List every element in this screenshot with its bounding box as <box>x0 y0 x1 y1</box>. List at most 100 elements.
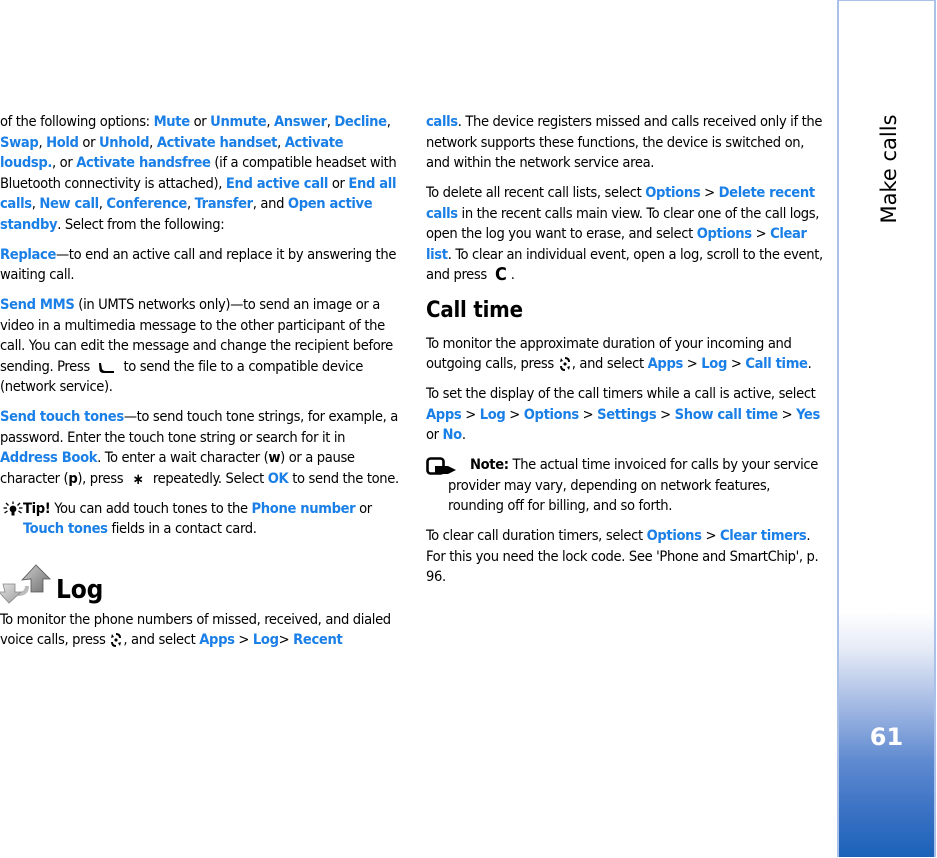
call-time-paragraph: To monitor the approximate duration of y… <box>426 334 824 375</box>
text: > <box>656 405 675 423</box>
chapter-tab: Make calls 61 <box>837 0 936 857</box>
link-apps[interactable]: Apps <box>426 406 462 423</box>
link-send-mms[interactable]: Send MMS <box>0 296 75 313</box>
text: . To enter a wait character ( <box>97 449 269 466</box>
log-arrows-icon <box>0 562 52 604</box>
call-timers-display-paragraph: To set the display of the call timers wh… <box>426 384 824 446</box>
text: , <box>386 113 391 130</box>
text: , <box>149 133 157 151</box>
text: > <box>234 631 253 648</box>
delete-calls-paragraph: To delete all recent call lists, select … <box>426 183 824 286</box>
text: > <box>505 405 524 423</box>
text: . <box>510 266 515 283</box>
menu-key-icon <box>558 356 572 372</box>
log-heading: Log <box>56 574 104 605</box>
chapter-title: Make calls <box>876 114 901 224</box>
menu-key-icon <box>109 632 123 648</box>
text: To set the display of the call timers wh… <box>426 385 816 402</box>
link-settings[interactable]: Settings <box>597 406 657 423</box>
options-paragraph: of the following options: Mute or Unmute… <box>0 112 402 235</box>
text: . To clear an individual event, open a l… <box>426 245 823 284</box>
link-calls[interactable]: calls <box>426 113 458 130</box>
link-options[interactable]: Options <box>647 527 702 544</box>
clear-key-icon: C <box>494 264 507 285</box>
text: , or <box>52 154 77 171</box>
link-no[interactable]: No <box>443 426 463 443</box>
right-column: calls. The device registers missed and c… <box>426 112 824 597</box>
note-hand-icon <box>426 457 466 482</box>
text: , <box>266 113 274 130</box>
link-options[interactable]: Options <box>697 225 752 242</box>
text: , and select <box>571 355 648 372</box>
link-options[interactable]: Options <box>645 184 700 201</box>
link-unhold[interactable]: Unhold <box>99 134 150 151</box>
text: You can add touch tones to the <box>50 499 252 517</box>
text: > <box>751 225 771 242</box>
text: > <box>682 355 702 372</box>
link-recent[interactable]: Recent <box>293 631 343 648</box>
tip-box: Tip! You can add touch tones to the Phon… <box>0 499 402 540</box>
link-apps[interactable]: Apps <box>199 631 235 648</box>
replace-paragraph: Replace—to end an active call and replac… <box>0 245 402 286</box>
lightbulb-icon <box>3 501 23 524</box>
text: > <box>727 355 746 372</box>
clear-timers-paragraph: To clear call duration timers, select Op… <box>426 526 824 588</box>
text: > <box>278 631 294 648</box>
link-ok[interactable]: OK <box>268 470 289 487</box>
recent-calls-paragraph: calls. The device registers missed and c… <box>426 112 824 174</box>
text: —to end an active call and replace it by… <box>0 245 397 284</box>
link-hold[interactable]: Hold <box>46 134 79 151</box>
text: , <box>38 133 47 151</box>
link-answer[interactable]: Answer <box>274 113 327 130</box>
text: To delete all recent call lists, select <box>426 184 646 201</box>
log-paragraph: To monitor the phone numbers of missed, … <box>0 610 402 651</box>
link-transfer[interactable]: Transfer <box>195 195 254 212</box>
link-send-touch-tones[interactable]: Send touch tones <box>0 408 124 425</box>
text: or <box>78 133 99 151</box>
link-touch-tones[interactable]: Touch tones <box>23 520 108 537</box>
text: > <box>777 405 797 423</box>
text: , <box>277 133 285 151</box>
link-yes[interactable]: Yes <box>796 406 820 423</box>
send-mms-paragraph: Send MMS (in UMTS networks only)—to send… <box>0 295 402 398</box>
text: . Select from the following: <box>57 215 225 233</box>
text: . <box>461 426 466 443</box>
text: > <box>701 527 720 544</box>
link-conference[interactable]: Conference <box>106 195 187 212</box>
link-decline[interactable]: Decline <box>334 113 387 130</box>
left-column: of the following options: Mute or Unmute… <box>0 112 402 660</box>
link-activate-handset[interactable]: Activate handset <box>157 134 278 151</box>
note-box: Note: The actual time invoiced for calls… <box>426 455 824 517</box>
text: fields in a contact card. <box>107 520 257 537</box>
link-clear-timers[interactable]: Clear timers <box>720 527 807 544</box>
link-activate-handsfree[interactable]: Activate handsfree <box>76 154 211 171</box>
text: > <box>700 184 719 201</box>
call-time-heading: Call time <box>426 297 523 323</box>
link-log[interactable]: Log <box>701 355 727 372</box>
text: , and <box>252 195 288 212</box>
text: > <box>461 405 480 423</box>
link-phone-number[interactable]: Phone number <box>252 500 356 517</box>
link-log[interactable]: Log <box>480 406 506 423</box>
text: , and select <box>123 631 200 648</box>
text: to send the tone. <box>288 469 399 487</box>
log-section-header: Log <box>0 562 402 604</box>
link-show-call-time[interactable]: Show call time <box>675 406 779 423</box>
link-options[interactable]: Options <box>524 406 579 423</box>
tip-label: Tip! <box>23 499 51 517</box>
link-mute[interactable]: Mute <box>154 113 191 130</box>
wait-char: w <box>268 449 281 466</box>
link-log[interactable]: Log <box>253 631 279 648</box>
link-call-time[interactable]: Call time <box>745 355 808 372</box>
link-replace[interactable]: Replace <box>0 246 56 263</box>
link-new-call[interactable]: New call <box>39 195 99 212</box>
link-swap[interactable]: Swap <box>0 134 39 151</box>
link-address-book[interactable]: Address Book <box>0 449 97 466</box>
link-apps[interactable]: Apps <box>648 355 684 372</box>
link-unmute[interactable]: Unmute <box>210 113 266 130</box>
text: of the following options: <box>0 113 154 130</box>
link-end-active-call[interactable]: End active call <box>226 175 328 192</box>
text: or <box>328 174 349 192</box>
note-label: Note: <box>470 456 509 473</box>
text: . The device registers missed and calls … <box>426 113 823 171</box>
